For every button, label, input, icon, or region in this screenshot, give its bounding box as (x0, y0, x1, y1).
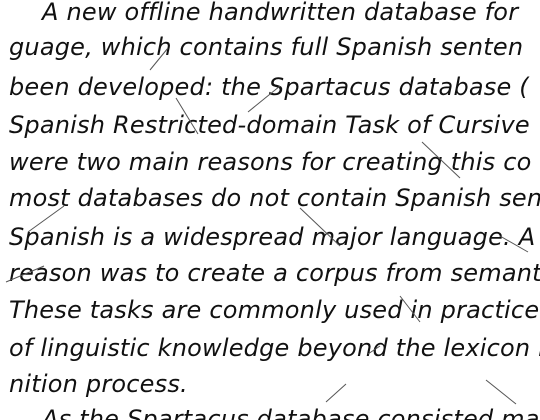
stroke-mark (485, 379, 517, 405)
text-line-2: guage, which contains full Spanish sente… (9, 33, 524, 61)
text-line-11: nition process. (9, 370, 188, 398)
text-line-6: most databases do not contain Spanish se… (9, 184, 540, 212)
document-page: A new offline handwritten database for g… (0, 0, 540, 420)
text-line-9: These tasks are commonly used in practic… (9, 296, 540, 324)
text-line-7: Spanish is a widespread major language. … (9, 223, 536, 251)
text-line-8: reason was to create a corpus from seman… (9, 259, 540, 287)
text-line-5: were two main reasons for creating this … (9, 148, 532, 176)
text-line-10: of linguistic knowledge beyond the lexic… (9, 334, 540, 362)
text-line-12: As the Spartacus database consisted ma (42, 405, 540, 420)
text-line-1: A new offline handwritten database for (42, 0, 519, 26)
text-line-4: Spanish Restricted-domain Task of Cursiv… (9, 111, 530, 139)
stroke-mark (325, 383, 347, 403)
text-line-3: been developed: the Spartacus database ( (9, 73, 529, 101)
